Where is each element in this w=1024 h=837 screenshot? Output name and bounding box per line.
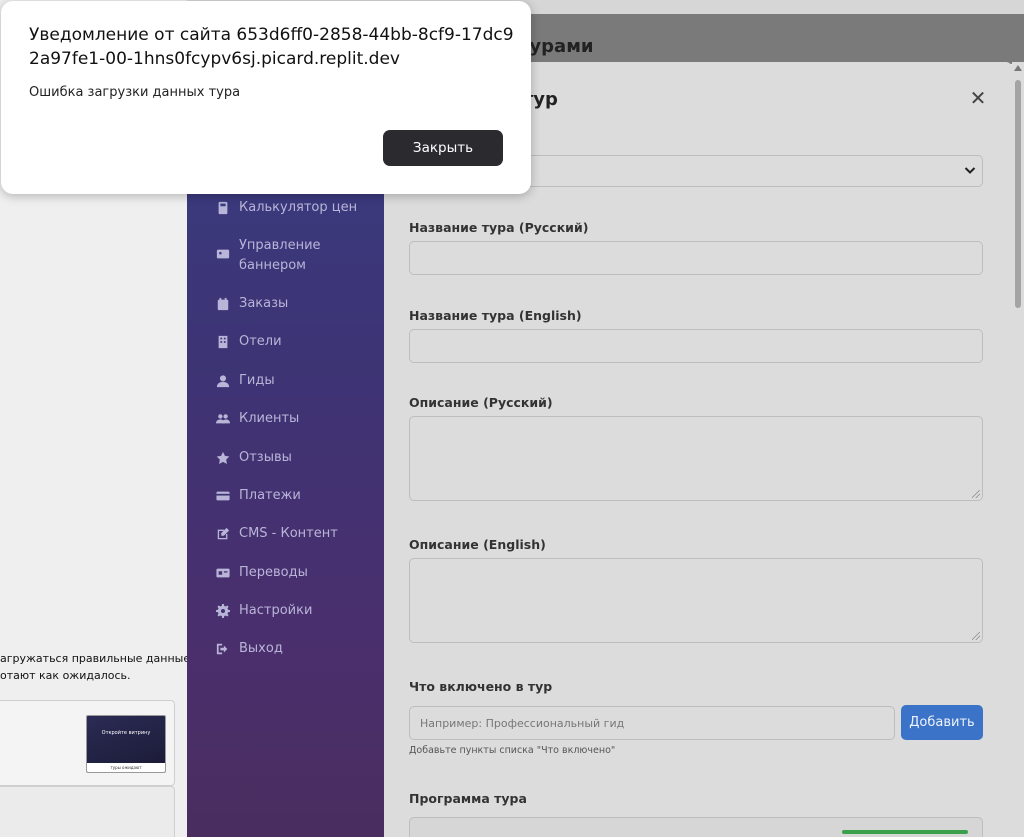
program-section (409, 817, 983, 837)
users-icon (215, 411, 231, 427)
close-icon[interactable]: ✕ (969, 86, 987, 110)
sidebar-item-logout[interactable]: Выход (215, 639, 283, 659)
sidebar-item-label: Выход (239, 641, 283, 656)
name-ru-label: Название тура (Русский) (409, 220, 589, 235)
alert-close-button[interactable]: Закрыть (383, 130, 503, 166)
calendar-check-icon (215, 296, 231, 312)
sidebar-item-translations[interactable]: Переводы (215, 563, 308, 583)
desc-en-textarea[interactable] (409, 558, 983, 643)
scroll-up-icon[interactable] (1014, 65, 1022, 71)
program-label: Программа тура (409, 791, 527, 806)
browser-alert-dialog: Уведомление от сайта 653d6ff0-2858-44bb-… (1, 1, 531, 194)
desc-ru-label: Описание (Русский) (409, 395, 553, 410)
image-icon (215, 246, 231, 262)
thumbnail-text: Откройте витрину (101, 730, 151, 736)
scrollbar-thumb[interactable] (1015, 80, 1021, 308)
sidebar-item-label: Калькулятор цен (239, 200, 358, 215)
included-input[interactable]: Например: Профессиональный гид (409, 706, 895, 740)
sidebar-item-label: Управление баннером (239, 238, 321, 273)
calculator-icon (215, 200, 231, 216)
included-label: Что включено в тур (409, 679, 553, 694)
alert-title: Уведомление от сайта 653d6ff0-2858-44bb-… (29, 25, 514, 69)
desc-en-label: Описание (English) (409, 537, 546, 552)
sidebar-item-guides[interactable]: Гиды (215, 371, 275, 391)
sidebar-item-label: CMS - Контент (239, 526, 338, 541)
sign-out-icon (215, 641, 231, 657)
sidebar-item-orders[interactable]: Заказы (215, 294, 288, 314)
included-hint: Добавьте пункты списка "Что включено" (409, 745, 616, 756)
sidebar-item-label: Переводы (239, 565, 308, 580)
building-icon (215, 334, 231, 350)
sidebar-item-label: Гиды (239, 373, 275, 388)
alert-message: Ошибка загрузки данных тура (29, 85, 241, 100)
sidebar-item-label: Клиенты (239, 411, 300, 426)
sidebar-item-label: Настройки (239, 603, 313, 618)
thumbnail-caption: туры ожидают (87, 763, 165, 772)
chevron-down-icon (964, 167, 976, 174)
edit-icon (215, 526, 231, 542)
sidebar-item-label: Платежи (239, 488, 301, 503)
sidebar-item-label: Заказы (239, 296, 289, 311)
sidebar-item-banner-management[interactable]: Управление баннером (215, 236, 335, 276)
sidebar-item-label: Отели (239, 334, 282, 349)
add-included-button[interactable]: Добавить (901, 705, 983, 740)
preview-thumbnail: Откройте витрину туры ожидают (86, 715, 166, 773)
sidebar-item-hotels[interactable]: Отели (215, 332, 282, 352)
sidebar-item-label: Отзывы (239, 450, 292, 465)
left-text-line-2: отают как ожидалось. (0, 669, 131, 682)
user-icon (215, 373, 231, 389)
language-icon (215, 565, 231, 581)
left-text-line-1: агружаться правильные данные (0, 652, 191, 665)
name-en-label: Название тура (English) (409, 308, 582, 323)
star-icon (215, 450, 231, 466)
name-ru-input[interactable] (409, 241, 983, 275)
gear-icon (215, 603, 231, 619)
sidebar-item-reviews[interactable]: Отзывы (215, 448, 292, 468)
sidebar-item-price-calculator[interactable]: Калькулятор цен (215, 198, 357, 218)
preview-card[interactable]: Откройте витрину туры ожидают (0, 700, 175, 786)
sidebar-item-settings[interactable]: Настройки (215, 601, 312, 621)
resize-handle[interactable] (972, 632, 980, 640)
sidebar-item-payments[interactable]: Платежи (215, 486, 301, 506)
desc-ru-textarea[interactable] (409, 416, 983, 501)
sidebar-item-clients[interactable]: Клиенты (215, 409, 299, 429)
sidebar-item-cms-content[interactable]: CMS - Контент (215, 524, 338, 544)
credit-card-icon (215, 488, 231, 504)
resize-handle[interactable] (972, 490, 980, 498)
modal-scrollbar[interactable] (1012, 62, 1024, 837)
name-en-input[interactable] (409, 329, 983, 363)
left-section-box (0, 786, 175, 837)
program-add-button-edge[interactable] (842, 830, 968, 834)
